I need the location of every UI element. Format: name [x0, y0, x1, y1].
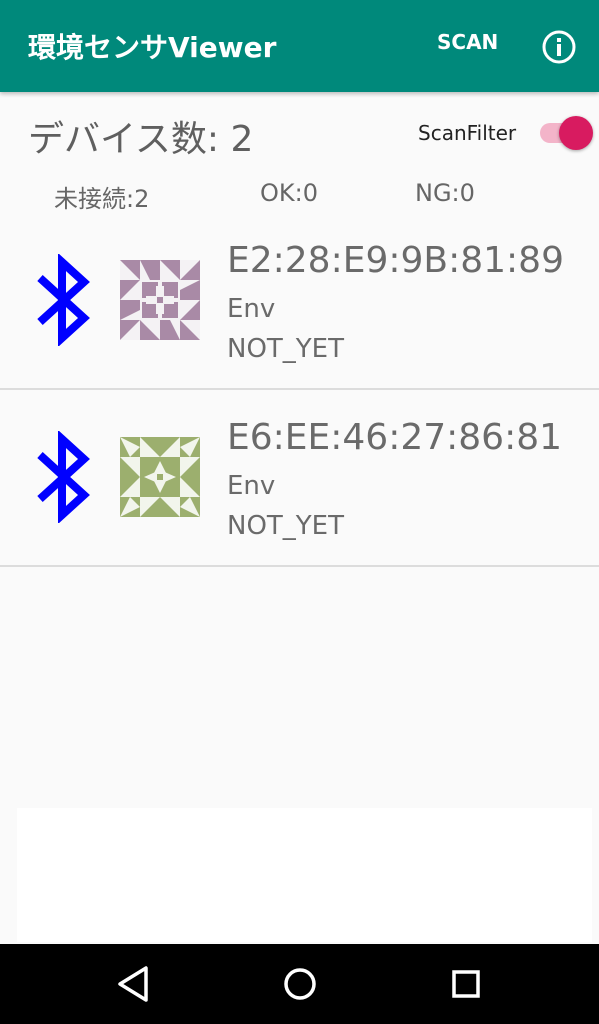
- back-icon: [118, 966, 148, 1002]
- device-type: Env: [227, 471, 276, 501]
- stat-ok: OK:0: [260, 179, 318, 207]
- device-avatar: [120, 437, 200, 517]
- home-icon: [284, 968, 316, 1000]
- app-bar: 環境センサViewer SCAN: [0, 0, 599, 92]
- ad-banner: [17, 808, 592, 942]
- scan-filter-switch[interactable]: [540, 114, 596, 150]
- device-address: E6:EE:46:27:86:81: [227, 417, 563, 458]
- info-icon: [542, 30, 576, 64]
- device-address: E2:28:E9:9B:81:89: [227, 240, 564, 281]
- stat-unconnected: 未接続:2: [54, 185, 150, 213]
- device-list-item[interactable]: E2:28:E9:9B:81:89 Env NOT_YET: [0, 212, 599, 390]
- device-type: Env: [227, 294, 276, 324]
- switch-thumb: [559, 116, 593, 150]
- device-status: NOT_YET: [227, 334, 344, 364]
- device-status: NOT_YET: [227, 511, 344, 541]
- bluetooth-icon: [37, 254, 90, 346]
- app-title: 環境センサViewer: [28, 31, 277, 64]
- scan-filter-label: ScanFilter: [418, 121, 517, 145]
- device-list-item[interactable]: E6:EE:46:27:86:81 Env NOT_YET: [0, 389, 599, 567]
- recent-apps-icon: [452, 970, 480, 998]
- device-count-label: デバイス数: 2: [28, 119, 254, 160]
- info-button[interactable]: [541, 29, 577, 65]
- home-button[interactable]: [278, 962, 322, 1006]
- bluetooth-icon: [37, 431, 90, 523]
- recent-apps-button[interactable]: [444, 962, 488, 1006]
- device-avatar: [120, 260, 200, 340]
- navigation-bar: [0, 944, 599, 1024]
- scan-button[interactable]: SCAN: [437, 30, 498, 54]
- back-button[interactable]: [112, 962, 156, 1006]
- stat-ng: NG:0: [415, 179, 475, 207]
